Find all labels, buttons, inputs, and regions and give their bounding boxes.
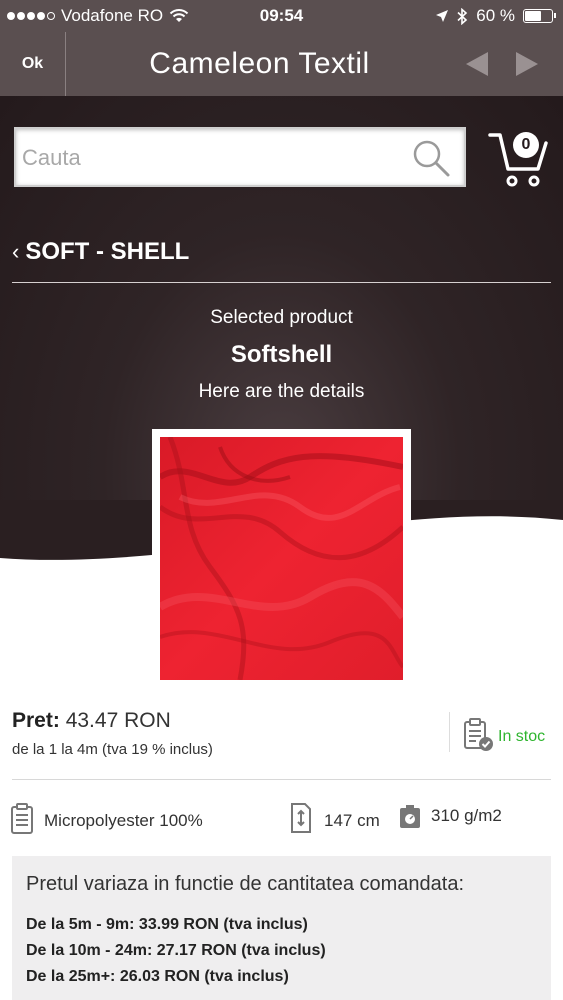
quantity-pricing-panel: Pretul variaza in functie de cantitatea …: [12, 856, 551, 1000]
battery-percent: 60 %: [476, 6, 515, 25]
status-bar: Vodafone RO 09:54 60 %: [0, 0, 563, 32]
price-line: Pret: 43.47 RON: [12, 709, 171, 733]
quantity-pricing-title: Pretul variaza in functie de cantitatea …: [26, 873, 465, 895]
width-icon: [291, 803, 311, 833]
price-label: Pret:: [12, 709, 60, 732]
divider: [12, 282, 551, 283]
price-value: 43.47 RON: [65, 709, 171, 732]
fabric-swatch: [160, 437, 403, 680]
back-arrow-icon[interactable]: [466, 52, 488, 76]
stock-clipboard-icon: [464, 718, 493, 751]
forward-arrow-icon[interactable]: [516, 52, 538, 76]
navigation-bar: Ok Cameleon Textil: [0, 32, 563, 96]
status-right: 60 %: [435, 6, 556, 26]
price-tier-row: De la 10m - 24m: 27.17 RON (tva inclus): [26, 942, 326, 959]
product-image[interactable]: [152, 429, 411, 688]
cart-count-badge: 0: [513, 132, 539, 158]
weight-value: 310 g/m2: [431, 806, 502, 825]
selected-product-label: Selected product: [210, 307, 353, 328]
divider: [12, 779, 551, 780]
bluetooth-icon: [457, 7, 468, 25]
category-back-link[interactable]: ‹ SOFT - SHELL: [12, 238, 189, 266]
battery-icon: [523, 9, 556, 23]
price-tier-row: De la 5m - 9m: 33.99 RON (tva inclus): [26, 916, 308, 933]
product-name: Softshell: [230, 341, 333, 368]
app-screen: Vodafone RO 09:54 60 % Ok Cameleon Texti…: [0, 0, 563, 1000]
price-tier-row: De la 25m+: 26.03 RON (tva inclus): [26, 968, 289, 985]
chevron-left-icon: ‹: [12, 239, 20, 264]
category-label: SOFT - SHELL: [25, 238, 190, 265]
search-icon[interactable]: [410, 137, 452, 179]
search-input[interactable]: [22, 139, 402, 177]
width-value: 147 cm: [324, 811, 380, 830]
stock-status: In stoc: [498, 728, 546, 745]
weight-scale-icon: [400, 805, 420, 828]
vertical-divider: [449, 712, 450, 752]
composition-value: Micropolyester 100%: [44, 811, 203, 830]
price-range-note: de la 1 la 4m (tva 19 % inclus): [12, 741, 213, 758]
app-title: Cameleon Textil: [149, 47, 370, 80]
details-label: Here are the details: [198, 381, 365, 402]
cart-button[interactable]: 0: [486, 127, 550, 191]
ok-button[interactable]: Ok: [0, 32, 66, 96]
location-arrow-icon: [436, 10, 449, 22]
search-box: [14, 127, 466, 187]
composition-list-icon: [11, 803, 33, 834]
